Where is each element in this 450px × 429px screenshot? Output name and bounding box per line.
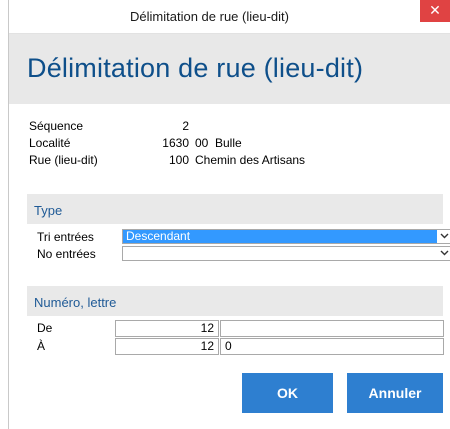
dialog-window: Délimitation de rue (lieu-dit) ✕ Délimit…: [8, 0, 450, 429]
sequence-label: Séquence: [29, 119, 84, 133]
close-icon: ✕: [429, 2, 441, 18]
no-entrees-select[interactable]: [122, 246, 450, 261]
localite-name: Bulle: [215, 136, 242, 150]
tri-entrees-select[interactable]: Descendant: [122, 229, 450, 244]
title-bar[interactable]: Délimitation de rue (lieu-dit) ✕: [9, 0, 450, 34]
a-number-input[interactable]: 12: [115, 338, 219, 355]
ok-button[interactable]: OK: [242, 373, 333, 413]
type-section-title: Type: [34, 203, 63, 218]
chevron-down-icon[interactable]: [437, 230, 450, 243]
rue-number: 100: [168, 153, 189, 167]
window-title: Délimitation de rue (lieu-dit): [130, 9, 289, 24]
sequence-value: 2: [182, 119, 189, 133]
localite-label: Localité: [29, 136, 71, 150]
type-section-header: Type: [27, 194, 443, 224]
cancel-button[interactable]: Annuler: [347, 373, 443, 413]
tri-entrees-label: Tri entrées: [37, 230, 94, 244]
no-entrees-label: No entrées: [37, 247, 96, 261]
a-letter-input[interactable]: 0: [220, 338, 444, 355]
de-number-input[interactable]: 12: [115, 320, 219, 337]
rue-name: Chemin des Artisans: [195, 153, 306, 167]
de-label: De: [37, 321, 53, 335]
numero-section-title: Numéro, lettre: [34, 295, 117, 310]
chevron-down-icon[interactable]: [437, 247, 450, 260]
localite-code: 00: [195, 136, 209, 150]
rue-label: Rue (lieu-dit): [29, 153, 98, 167]
tri-entrees-value: Descendant: [126, 229, 191, 243]
numero-section-header: Numéro, lettre: [27, 286, 443, 316]
a-label: À: [37, 339, 46, 353]
page-header: Délimitation de rue (lieu-dit): [9, 34, 450, 104]
page-title: Délimitation de rue (lieu-dit): [27, 53, 364, 83]
localite-npa: 1630: [162, 136, 189, 150]
close-button[interactable]: ✕: [420, 0, 450, 22]
de-letter-input[interactable]: [220, 320, 444, 337]
